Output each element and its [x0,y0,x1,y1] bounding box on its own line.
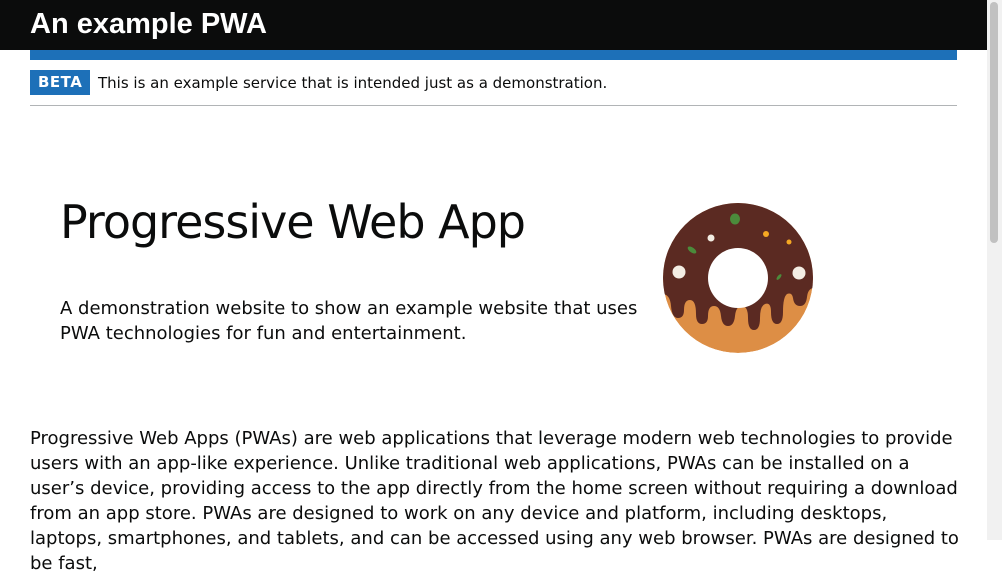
intro-paragraph: Progressive Web Apps (PWAs) are web appl… [30,428,959,574]
header-accent-bar [30,50,957,60]
beta-tag: BETA [30,70,91,95]
phase-banner-text: This is an example service that is inten… [98,74,608,92]
donut-illustration [663,203,813,353]
hero-description: A demonstration website to show an examp… [60,298,638,344]
site-title-link[interactable]: An example PWA [30,7,267,41]
donut-hole [708,248,768,308]
phase-banner: BETA This is an example service that is … [30,60,957,106]
sprinkle-white [707,234,715,242]
sprinkle-orange [786,239,792,245]
page-title: Progressive Web App [60,195,526,249]
page-scrollbar[interactable] [987,0,1002,540]
site-header: An example PWA [0,0,987,50]
sprinkle-white [792,266,806,280]
scrollbar-thumb[interactable] [990,2,998,243]
sprinkle-white [672,265,686,279]
sprinkle-orange [763,231,769,237]
sprinkle-green [730,213,740,225]
